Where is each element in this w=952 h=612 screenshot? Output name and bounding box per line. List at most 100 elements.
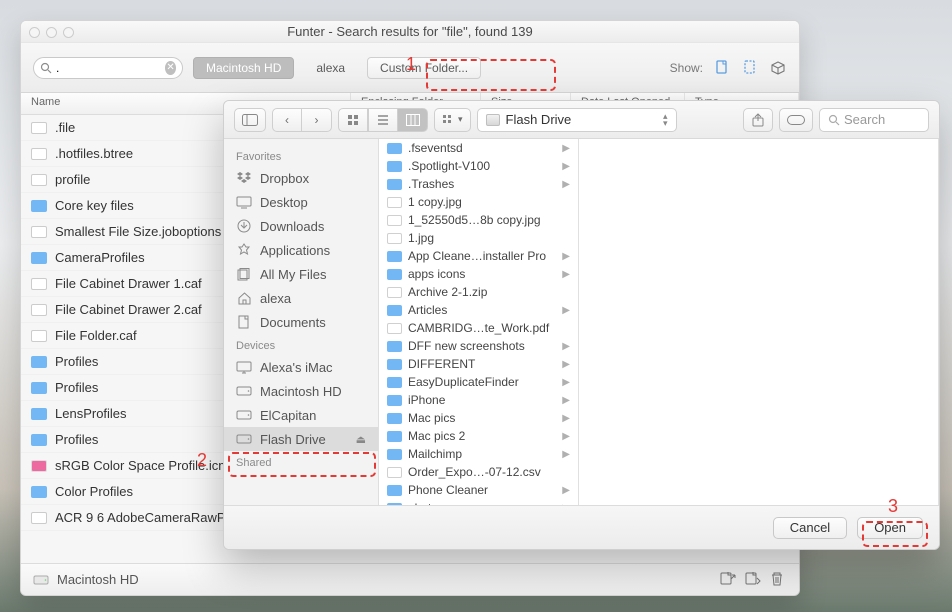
file-name: .file — [55, 120, 75, 135]
clear-search-icon[interactable]: ✕ — [165, 61, 176, 75]
devices-header: Devices — [224, 334, 378, 355]
browser-item[interactable]: Articles ▶ — [379, 301, 578, 319]
sidebar-item-all-my-files[interactable]: All My Files — [224, 262, 378, 286]
browser-item[interactable]: Mac pics 2▶ — [379, 427, 578, 445]
folder-icon — [31, 382, 47, 394]
browser-item[interactable]: CAMBRIDG…te_Work.pdf — [379, 319, 578, 337]
file-icon — [31, 304, 47, 316]
zoom-dot[interactable] — [63, 27, 74, 38]
item-name: Order_Expo…-07-12.csv — [408, 465, 570, 479]
scope-alexa[interactable]: alexa — [304, 57, 357, 79]
item-name: Articles — [408, 303, 556, 317]
item-name: 1 copy.jpg — [408, 195, 570, 209]
chevron-right-icon: ▶ — [562, 377, 570, 388]
sidebar-label: Flash Drive — [260, 432, 326, 447]
browser-item[interactable]: Order_Expo…-07-12.csv — [379, 463, 578, 481]
forward-button[interactable]: › — [302, 108, 332, 132]
show-hidden-icon[interactable] — [741, 59, 759, 77]
item-name: Mac pics — [408, 411, 556, 425]
chevron-right-icon: ▶ — [562, 305, 570, 316]
sidebar-item-desktop[interactable]: Desktop — [224, 190, 378, 214]
browser-column-1[interactable]: .fseventsd▶.Spotlight-V100▶.Trashes▶ 1 co… — [379, 139, 579, 505]
browser-item[interactable]: DFF new screenshots▶ — [379, 337, 578, 355]
sidebar-item-dropbox[interactable]: Dropbox — [224, 166, 378, 190]
scope-macintosh-hd[interactable]: Macintosh HD — [193, 57, 294, 79]
trash-icon[interactable] — [770, 571, 787, 588]
icon-view-button[interactable] — [338, 108, 368, 132]
open-button[interactable]: Open — [857, 517, 923, 539]
traffic-lights[interactable] — [29, 27, 74, 38]
back-button[interactable]: ‹ — [272, 108, 302, 132]
browser-column-2[interactable] — [579, 139, 939, 505]
browser-item[interactable]: 1.jpg — [379, 229, 578, 247]
sidebar-label: Applications — [260, 243, 330, 258]
file-name: Profiles — [55, 432, 98, 447]
browser-item[interactable]: iPhone▶ — [379, 391, 578, 409]
item-name: apps icons — [408, 267, 556, 281]
chevron-right-icon: ▶ — [562, 485, 570, 496]
sidebar-device-alexa-s-imac[interactable]: Alexa's iMac — [224, 355, 378, 379]
item-name: Mac pics 2 — [408, 429, 556, 443]
reveal-icon[interactable] — [720, 571, 737, 588]
browser-item[interactable]: Mailchimp▶ — [379, 445, 578, 463]
status-location: Macintosh HD — [57, 572, 139, 587]
sidebar-item-applications[interactable]: Applications — [224, 238, 378, 262]
file-name: File Folder.caf — [55, 328, 137, 343]
file-name: Color Profiles — [55, 484, 133, 499]
sidebar-item-home[interactable]: alexa — [224, 286, 378, 310]
dropbox-icon — [236, 172, 252, 185]
chevron-right-icon: ▶ — [562, 395, 570, 406]
chevron-right-icon: ▶ — [562, 503, 570, 506]
folder-icon — [387, 449, 402, 460]
tags-button[interactable] — [779, 108, 813, 132]
arrange-button[interactable]: ▾ — [434, 108, 471, 132]
browser-item[interactable]: .Spotlight-V100▶ — [379, 157, 578, 175]
eject-icon[interactable]: ⏏ — [356, 433, 366, 446]
sidebar-toggle-button[interactable] — [234, 108, 266, 132]
browser-item[interactable]: 1_52550d5…8b copy.jpg — [379, 211, 578, 229]
close-dot[interactable] — [29, 27, 40, 38]
window-title: Funter - Search results for "file", foun… — [287, 24, 533, 39]
show-packages-icon[interactable] — [769, 59, 787, 77]
folder-icon — [31, 486, 47, 498]
browser-item[interactable]: Archive 2-1.zip — [379, 283, 578, 301]
item-name: 1.jpg — [408, 231, 570, 245]
folder-icon — [387, 359, 402, 370]
browser-item[interactable]: Mac pics ▶ — [379, 409, 578, 427]
sidebar-device-flash-drive[interactable]: Flash Drive ⏏ — [224, 427, 378, 451]
sheet-body: FavoritesDropboxDesktopDownloadsApplicat… — [224, 139, 939, 505]
chevron-right-icon: ▶ — [562, 251, 570, 262]
chevron-right-icon: ▶ — [562, 413, 570, 424]
search-icon — [40, 62, 52, 74]
open-panel: ‹ › ▾ Flash Drive ▴▾ Search FavoritesDro… — [223, 100, 940, 550]
item-name: photos — [408, 501, 556, 505]
share-button[interactable] — [743, 108, 773, 132]
sidebar-item-documents[interactable]: Documents — [224, 310, 378, 334]
scope-custom-folder[interactable]: Custom Folder... — [367, 57, 481, 79]
file-icon — [31, 512, 47, 524]
sheet-search-field[interactable]: Search — [819, 108, 929, 132]
location-popup[interactable]: Flash Drive ▴▾ — [477, 108, 677, 132]
column-view-button[interactable] — [398, 108, 428, 132]
browser-item[interactable]: EasyDuplicateFinder▶ — [379, 373, 578, 391]
browser-item[interactable]: App Cleane…installer Pro▶ — [379, 247, 578, 265]
browser-item[interactable]: Phone Cleaner ▶ — [379, 481, 578, 499]
browser-item[interactable]: 1 copy.jpg — [379, 193, 578, 211]
list-view-button[interactable] — [368, 108, 398, 132]
chevron-right-icon: ▶ — [562, 359, 570, 370]
item-name: Phone Cleaner — [408, 483, 556, 497]
cancel-button[interactable]: Cancel — [773, 517, 847, 539]
sidebar-device-elcapitan[interactable]: ElCapitan — [224, 403, 378, 427]
search-field[interactable]: ✕ — [33, 57, 183, 79]
browser-item[interactable]: .fseventsd▶ — [379, 139, 578, 157]
search-input[interactable] — [56, 59, 161, 77]
browser-item[interactable]: photos ▶ — [379, 499, 578, 505]
browser-item[interactable]: DIFFERENT▶ — [379, 355, 578, 373]
browser-item[interactable]: .Trashes▶ — [379, 175, 578, 193]
sidebar-item-downloads[interactable]: Downloads — [224, 214, 378, 238]
sidebar-device-macintosh-hd[interactable]: Macintosh HD — [224, 379, 378, 403]
minimize-dot[interactable] — [46, 27, 57, 38]
browser-item[interactable]: apps icons▶ — [379, 265, 578, 283]
copy-path-icon[interactable] — [745, 571, 762, 588]
show-docs-icon[interactable] — [713, 59, 731, 77]
